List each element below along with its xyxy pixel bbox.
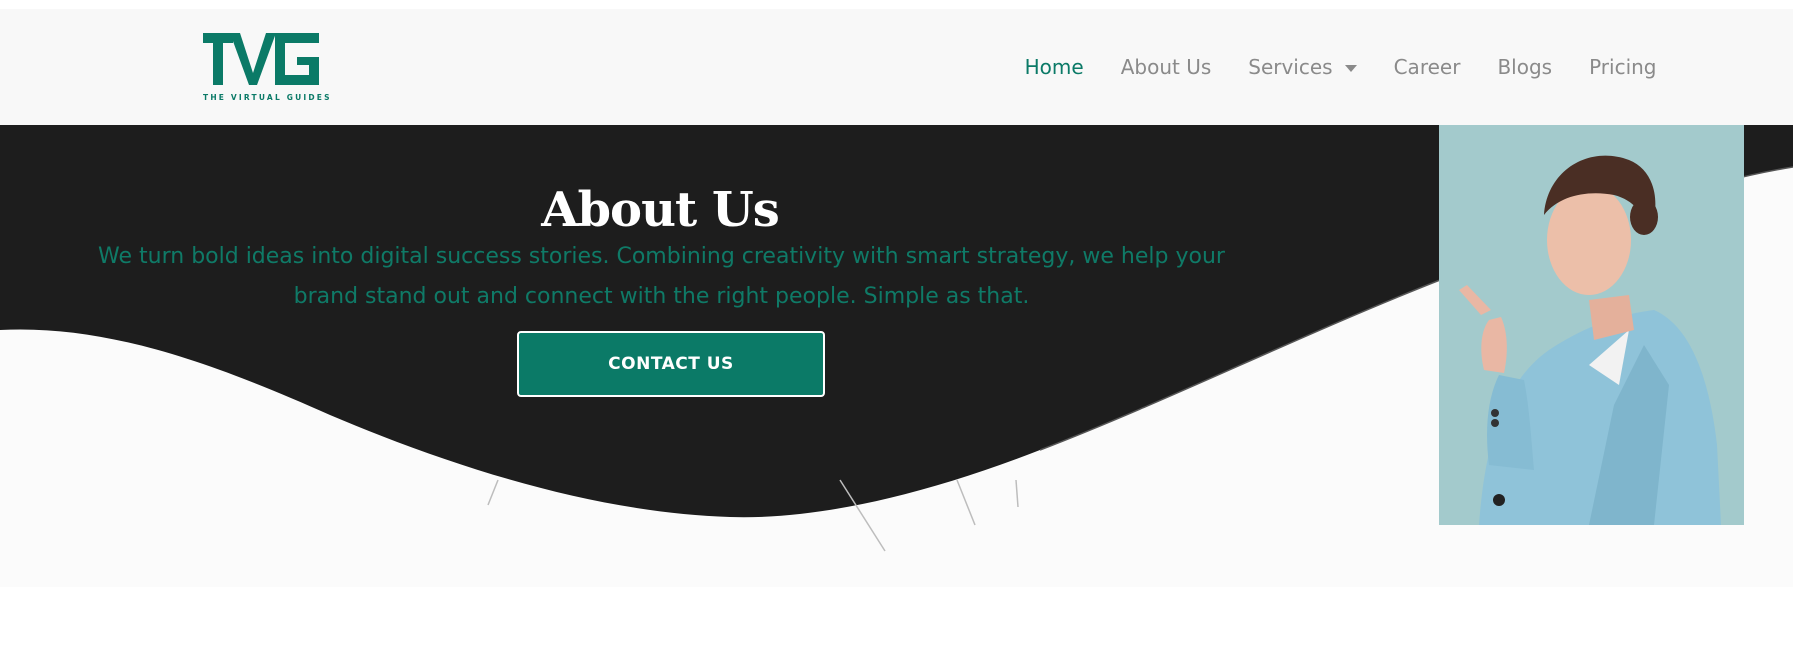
nav-home[interactable]: Home bbox=[1006, 55, 1102, 79]
nav-career-label: Career bbox=[1393, 55, 1461, 79]
chevron-down-icon bbox=[1344, 64, 1357, 72]
page-title: About Us bbox=[541, 182, 779, 239]
logo-tagline: THE VIRTUAL GUIDES bbox=[203, 93, 332, 102]
hero-section: About Us We turn bold ideas into digital… bbox=[0, 125, 1793, 587]
hero-description: We turn bold ideas into digital success … bbox=[60, 237, 1263, 317]
nav-about-us-label: About Us bbox=[1120, 55, 1212, 79]
hero-portrait-image bbox=[1439, 125, 1744, 525]
portrait-illustration bbox=[1439, 125, 1744, 525]
tvg-logo[interactable]: THE VIRTUAL GUIDES bbox=[203, 31, 332, 113]
nav-pricing-label: Pricing bbox=[1589, 55, 1657, 79]
top-strip bbox=[0, 0, 1793, 9]
nav-services[interactable]: Services bbox=[1230, 55, 1375, 79]
hero-description-line-1: We turn bold ideas into digital success … bbox=[98, 244, 1225, 269]
tvg-logo-mark bbox=[203, 33, 319, 85]
nav-blogs[interactable]: Blogs bbox=[1479, 55, 1571, 79]
site-header: THE VIRTUAL GUIDES Home About Us Service… bbox=[0, 9, 1793, 125]
nav-blogs-label: Blogs bbox=[1497, 55, 1553, 79]
hero-description-line-2: brand stand out and connect with the rig… bbox=[293, 284, 1030, 309]
main-nav: Home About Us Services Career Blogs Pric… bbox=[1006, 9, 1675, 125]
nav-about-us[interactable]: About Us bbox=[1102, 55, 1230, 79]
nav-career[interactable]: Career bbox=[1375, 55, 1479, 79]
nav-pricing[interactable]: Pricing bbox=[1571, 55, 1675, 79]
nav-services-label: Services bbox=[1248, 55, 1333, 79]
contact-us-button[interactable]: CONTACT US bbox=[517, 331, 825, 397]
nav-home-label: Home bbox=[1024, 55, 1084, 79]
